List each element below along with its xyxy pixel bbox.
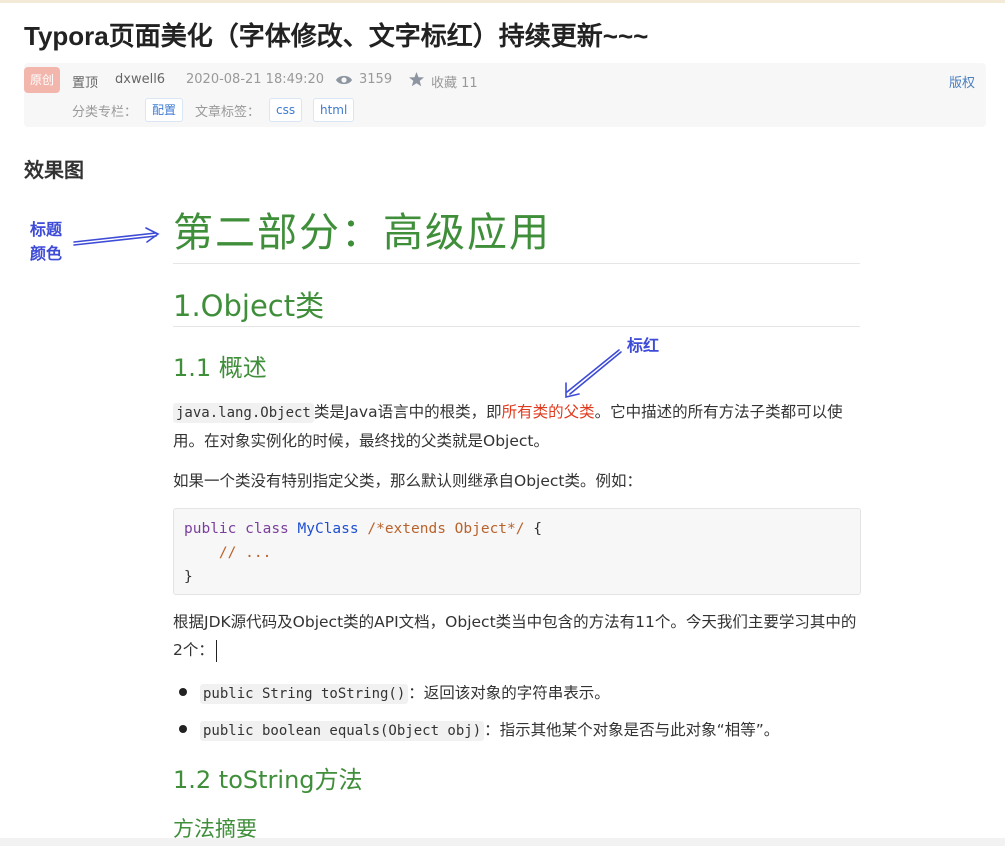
- bottom-border: [0, 838, 1005, 846]
- heading-divider: [173, 326, 860, 327]
- arrowhead: [565, 382, 580, 399]
- list-item: public String toString() ：返回该对象的字符串表示。: [173, 675, 863, 712]
- paragraph-default-parent: 如果一个类没有特别指定父类，那么默认则继承自Object类。例如：: [173, 472, 642, 490]
- heading-divider: [173, 263, 860, 264]
- doc-heading-1: 第二部分：高级应用: [173, 210, 551, 256]
- code-classname: MyClass: [297, 521, 359, 537]
- methods-list: public String toString() ：返回该对象的字符串表示。 pu…: [173, 675, 863, 749]
- list-item: public boolean equals(Object obj) ：指示其他某个…: [173, 712, 863, 749]
- code-brace: {: [533, 521, 542, 537]
- text: 根据JDK源代码及Object类的API文档，Object类当中包含的方法有11…: [173, 613, 857, 659]
- text-cursor: [215, 639, 217, 662]
- paragraph-methods: 根据JDK源代码及Object类的API文档，Object类当中包含的方法有11…: [173, 608, 863, 664]
- inline-code: public String toString(): [200, 684, 409, 704]
- code-line: // ...: [184, 541, 271, 566]
- text: ：返回该对象的字符串表示。: [408, 684, 610, 702]
- code-line: }: [184, 565, 193, 590]
- code-line: public class MyClass /*extends Object*/ …: [184, 517, 542, 542]
- doc-heading-3: 1.1 概述: [173, 354, 267, 382]
- code-brace: }: [184, 569, 193, 585]
- code-keyword: public: [184, 521, 237, 537]
- paragraph-intro: java.lang.Object 类是Java语言中的根类，即所有类的父类。它中描…: [173, 398, 863, 455]
- arrow-line: [569, 351, 622, 395]
- highlighted-red-text: 所有类的父类: [501, 403, 595, 421]
- code-comment: /*extends Object*/: [367, 521, 525, 537]
- arrow-line: [566, 349, 620, 393]
- code-comment: // ...: [218, 545, 272, 561]
- arrowhead: [145, 227, 160, 243]
- inline-code: java.lang.Object: [173, 403, 314, 423]
- text: ：指示其他某个对象是否与此对象“相等”。: [484, 721, 780, 739]
- inline-code: public boolean equals(Object obj): [200, 721, 485, 741]
- doc-heading-2: 1.Object类: [173, 289, 325, 323]
- text: 类是Java语言中的根类，即: [313, 403, 502, 421]
- code-keyword: class: [245, 521, 289, 537]
- doc-heading-tostring: 1.2 toString方法: [173, 766, 363, 794]
- code-block: public class MyClass /*extends Object*/ …: [173, 508, 861, 595]
